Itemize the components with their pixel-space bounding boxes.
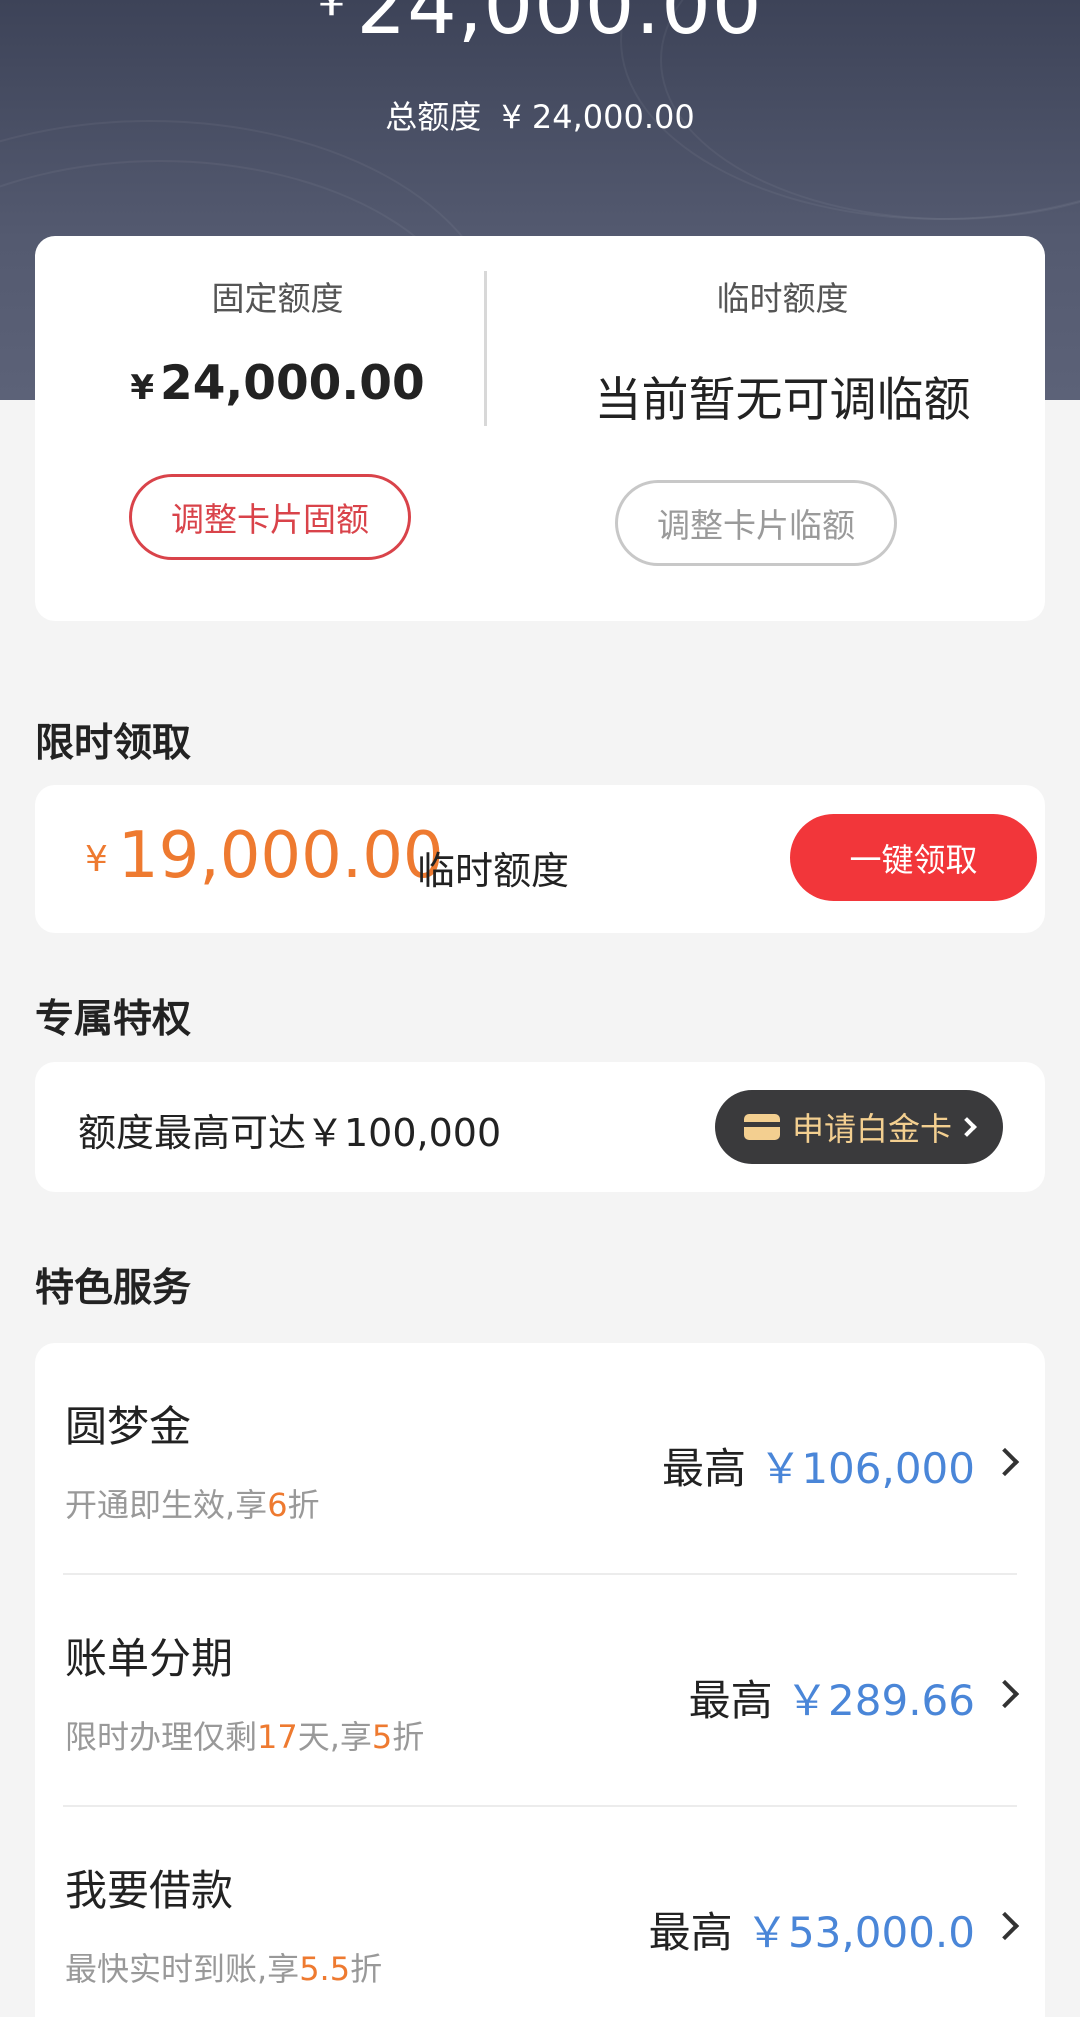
service-row-dream-fund[interactable]: 圆梦金 开通即生效,享6折 最高 ￥106,000 bbox=[35, 1343, 1045, 1575]
total-limit: 总额度 ¥ 24,000.00 bbox=[0, 92, 1080, 138]
limited-offer-card: ¥19,000.00 临时额度 一键领取 bbox=[35, 785, 1045, 933]
available-amount-value: 24,000.00 bbox=[356, 0, 763, 52]
service-desc: 最快实时到账,享5.5折 bbox=[65, 1944, 382, 1990]
service-max-label: 最高 bbox=[661, 1444, 746, 1493]
service-desc-text: 最快实时到账,享 bbox=[65, 1950, 300, 1988]
claim-button[interactable]: 一键领取 bbox=[790, 814, 1037, 901]
service-max-label: 最高 bbox=[688, 1676, 773, 1725]
service-amount: ￥53,000.0 bbox=[745, 1908, 975, 1957]
service-max-amount: 最高 ￥53,000.0 bbox=[649, 1899, 975, 1960]
column-divider bbox=[484, 271, 487, 426]
chevron-right-icon bbox=[990, 1447, 1020, 1477]
service-desc-text: 开通即生效,享 bbox=[65, 1486, 268, 1524]
service-desc-highlight: 5 bbox=[371, 1718, 393, 1756]
total-limit-value: ¥ 24,000.00 bbox=[501, 98, 695, 136]
service-desc-highlight: 5.5 bbox=[299, 1950, 351, 1988]
fixed-limit-title: 固定额度 bbox=[211, 279, 344, 318]
section-title-services: 特色服务 bbox=[35, 1266, 192, 1311]
service-max-amount: 最高 ￥289.66 bbox=[689, 1667, 975, 1728]
service-desc-text: 折 bbox=[350, 1950, 383, 1988]
temporary-limit-title: 临时额度 bbox=[716, 279, 849, 318]
offer-amount-value: 19,000.00 bbox=[117, 819, 444, 893]
chevron-right-icon bbox=[990, 1911, 1020, 1941]
service-amount: ￥106,000 bbox=[759, 1444, 975, 1493]
services-card: 圆梦金 开通即生效,享6折 最高 ￥106,000 账单分期 限时办理仅剩17天… bbox=[35, 1343, 1045, 2017]
limit-card: 固定额度 ¥24,000.00 调整卡片固额 临时额度 当前暂无可调临额 调整卡… bbox=[35, 236, 1045, 621]
apply-platinum-card-label: 申请白金卡 bbox=[791, 1110, 952, 1148]
service-amount: ￥289.66 bbox=[786, 1676, 975, 1725]
chevron-right-icon bbox=[990, 1679, 1020, 1709]
offer-amount: ¥19,000.00 bbox=[85, 819, 444, 893]
section-title-privilege: 专属特权 bbox=[35, 997, 192, 1042]
currency-symbol: ¥ bbox=[130, 368, 155, 408]
service-desc-highlight: 17 bbox=[257, 1718, 298, 1756]
service-desc-highlight: 6 bbox=[267, 1486, 288, 1524]
service-name: 我要借款 bbox=[65, 1866, 234, 1915]
fixed-limit-column: 固定额度 ¥24,000.00 调整卡片固额 bbox=[35, 236, 520, 621]
service-max-amount: 最高 ￥106,000 bbox=[662, 1435, 975, 1496]
privilege-card: 额度最高可达￥100,000 申请白金卡 bbox=[35, 1062, 1045, 1192]
privilege-text: 额度最高可达￥100,000 bbox=[78, 1111, 502, 1155]
temporary-limit-value: 当前暂无可调临额 bbox=[594, 373, 971, 428]
available-amount: ¥24,000.00 bbox=[0, 0, 1080, 52]
service-desc: 限时办理仅剩17天,享5折 bbox=[65, 1712, 424, 1758]
offer-label: 临时额度 bbox=[417, 849, 570, 893]
service-name: 账单分期 bbox=[65, 1634, 234, 1683]
fixed-limit-value: ¥24,000.00 bbox=[35, 356, 520, 411]
adjust-temporary-limit-button[interactable]: 调整卡片临额 bbox=[615, 480, 897, 566]
service-name: 圆梦金 bbox=[65, 1402, 192, 1451]
service-desc-text: 天,享 bbox=[297, 1718, 372, 1756]
currency-symbol: ¥ bbox=[85, 839, 108, 880]
credit-card-icon bbox=[743, 1114, 780, 1140]
adjust-fixed-limit-button[interactable]: 调整卡片固额 bbox=[129, 474, 411, 560]
service-row-bill-installment[interactable]: 账单分期 限时办理仅剩17天,享5折 最高 ￥289.66 bbox=[35, 1575, 1045, 1807]
service-desc-text: 折 bbox=[287, 1486, 320, 1524]
section-title-limited-offer: 限时领取 bbox=[35, 721, 192, 766]
fixed-limit-amount: 24,000.00 bbox=[160, 356, 425, 411]
total-limit-label: 总额度 bbox=[385, 98, 482, 136]
service-max-label: 最高 bbox=[648, 1908, 733, 1957]
chevron-right-icon bbox=[957, 1117, 977, 1137]
service-desc-text: 限时办理仅剩 bbox=[65, 1718, 258, 1756]
apply-platinum-card-button[interactable]: 申请白金卡 bbox=[715, 1090, 1003, 1164]
service-row-loan[interactable]: 我要借款 最快实时到账,享5.5折 最高 ￥53,000.0 bbox=[35, 1807, 1045, 2017]
service-desc-text: 折 bbox=[392, 1718, 425, 1756]
service-desc: 开通即生效,享6折 bbox=[65, 1480, 320, 1526]
currency-symbol: ¥ bbox=[317, 0, 347, 26]
